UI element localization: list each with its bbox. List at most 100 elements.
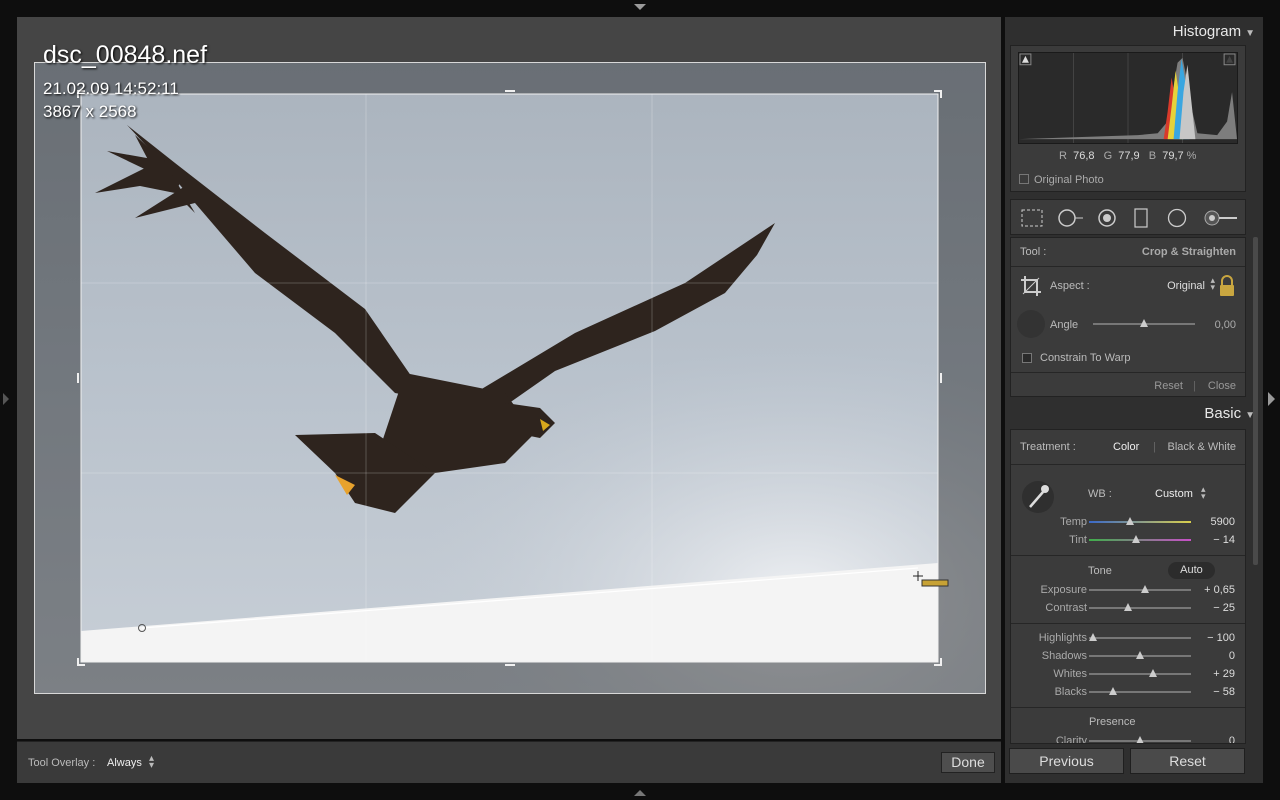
- tone-label: Tone: [1088, 565, 1112, 577]
- temp-label: Temp: [1060, 516, 1087, 528]
- whites-slider-thumb[interactable]: [1149, 669, 1158, 677]
- panel-scrollbar[interactable]: [1253, 237, 1258, 565]
- shadows-slider-row[interactable]: Shadows 0: [1011, 648, 1245, 664]
- original-photo-toggle[interactable]: Original Photo: [1019, 174, 1104, 186]
- b-value: 79,7: [1162, 150, 1184, 162]
- adjustment-brush-icon[interactable]: [1201, 208, 1239, 228]
- graduated-filter-icon[interactable]: [1131, 208, 1151, 228]
- auto-tone-button[interactable]: Auto: [1168, 562, 1215, 579]
- photo-canvas[interactable]: [34, 62, 986, 694]
- original-photo-checkbox[interactable]: [1019, 174, 1029, 184]
- crop-icon[interactable]: [1019, 274, 1043, 298]
- blacks-slider-row[interactable]: Blacks − 58: [1011, 684, 1245, 700]
- photo-dimensions: 3867 x 2568: [43, 102, 137, 121]
- aspect-select-arrows-icon[interactable]: ▴ ▾: [1210, 276, 1215, 292]
- marquee-icon[interactable]: [1020, 208, 1044, 228]
- clarity-value: 0: [1228, 735, 1235, 744]
- photo-datetime: 21.02.09 14:52:11: [43, 79, 179, 98]
- lock-icon[interactable]: [1218, 275, 1236, 297]
- basic-title: Basic: [1204, 405, 1242, 422]
- contrast-slider-thumb[interactable]: [1123, 603, 1132, 611]
- histogram-panel: R 76,8 G 77,9 B 79,7% Original Photo: [1010, 45, 1246, 192]
- b-label: B: [1148, 150, 1157, 162]
- highlights-value: − 100: [1207, 632, 1235, 644]
- wb-select[interactable]: Custom: [1155, 488, 1193, 500]
- spot-removal-icon[interactable]: [1057, 208, 1085, 228]
- top-panel-toggle-icon[interactable]: [634, 4, 646, 10]
- right-panel: Histogram ▼ R 76,8 G 77,9 B 79,7% Origina: [1005, 17, 1263, 783]
- clarity-slider-thumb[interactable]: [1136, 736, 1144, 743]
- highlights-slider-thumb[interactable]: [1089, 633, 1098, 641]
- aspect-select[interactable]: Original: [1167, 280, 1205, 292]
- treatment-label: Treatment :: [1020, 441, 1076, 453]
- clarity-slider-row[interactable]: Clarity 0: [1011, 733, 1245, 744]
- presence-label: Presence: [1089, 716, 1136, 728]
- shadows-value: 0: [1228, 650, 1235, 662]
- temp-slider-row[interactable]: Temp 5900: [1011, 514, 1245, 530]
- wb-select-arrows-icon[interactable]: ▴ ▾: [1201, 485, 1206, 501]
- shadows-label: Shadows: [1041, 650, 1087, 662]
- g-label: G: [1103, 150, 1113, 162]
- highlights-label: Highlights: [1038, 632, 1087, 644]
- tool-label: Tool :: [1020, 246, 1047, 258]
- treatment-bw-button[interactable]: Black & White: [1168, 441, 1236, 453]
- contrast-label: Contrast: [1045, 602, 1087, 614]
- bottom-toolbar: Tool Overlay : Always ▴ ▾ Done: [17, 741, 1001, 783]
- basic-header[interactable]: Basic ▼: [1204, 405, 1255, 422]
- angle-label: Angle: [1050, 319, 1079, 331]
- blacks-label: Blacks: [1054, 686, 1087, 698]
- left-panel-toggle-icon[interactable]: [3, 393, 9, 405]
- angle-value: 0,00: [1214, 319, 1236, 331]
- clarity-label: Clarity: [1055, 735, 1087, 744]
- eyedropper-icon[interactable]: [1021, 480, 1055, 514]
- tint-slider-thumb[interactable]: [1131, 535, 1140, 543]
- reset-button[interactable]: Reset: [1130, 748, 1245, 774]
- tint-value: − 14: [1213, 534, 1235, 546]
- whites-label: Whites: [1053, 668, 1087, 680]
- exposure-label: Exposure: [1040, 584, 1087, 596]
- tint-label: Tint: [1069, 534, 1087, 546]
- collapse-triangle-icon[interactable]: ▼: [1245, 28, 1255, 39]
- histogram-header[interactable]: Histogram ▼: [1173, 23, 1255, 40]
- previous-button[interactable]: Previous: [1009, 748, 1124, 774]
- crop-close-button[interactable]: Close: [1208, 380, 1236, 392]
- treatment-color-button[interactable]: Color: [1113, 441, 1139, 453]
- right-panel-toggle-icon[interactable]: [1268, 392, 1275, 406]
- select-arrows-icon[interactable]: ▴ ▾: [149, 754, 154, 771]
- image-workspace[interactable]: dsc_00848.nef 21.02.09 14:52:11 3867 x 2…: [17, 17, 1001, 739]
- blacks-value: − 58: [1213, 686, 1235, 698]
- tool-overlay-label: Tool Overlay :: [28, 757, 96, 769]
- constrain-warp-checkbox[interactable]: [1022, 353, 1032, 363]
- angle-slider[interactable]: [1093, 319, 1195, 327]
- eagle-photo: [35, 63, 985, 693]
- original-photo-label: Original Photo: [1034, 174, 1104, 186]
- straighten-tool-icon[interactable]: [1017, 310, 1045, 338]
- red-eye-icon[interactable]: [1095, 208, 1119, 228]
- tool-strip: [1010, 199, 1246, 235]
- radial-filter-icon[interactable]: [1165, 208, 1189, 228]
- crop-reset-button[interactable]: Reset: [1154, 380, 1183, 392]
- tint-slider-row[interactable]: Tint − 14: [1011, 532, 1245, 548]
- exposure-slider-row[interactable]: Exposure + 0,65: [1011, 582, 1245, 598]
- aspect-label: Aspect :: [1050, 280, 1090, 292]
- histogram-rgb-readout: R 76,8 G 77,9 B 79,7%: [1059, 150, 1196, 162]
- temp-slider-thumb[interactable]: [1125, 517, 1134, 525]
- exposure-slider-thumb[interactable]: [1141, 585, 1150, 593]
- histogram-graph: [1018, 52, 1238, 144]
- exposure-value: + 0,65: [1204, 584, 1235, 596]
- wb-label: WB :: [1088, 488, 1112, 500]
- tool-name: Crop & Straighten: [1141, 246, 1236, 258]
- r-label: R: [1059, 150, 1067, 162]
- shadows-slider-thumb[interactable]: [1136, 651, 1144, 659]
- done-button[interactable]: Done: [941, 752, 995, 773]
- contrast-value: − 25: [1213, 602, 1235, 614]
- highlights-slider-row[interactable]: Highlights − 100: [1011, 630, 1245, 646]
- whites-slider-row[interactable]: Whites + 29: [1011, 666, 1245, 682]
- crop-panel: Tool : Crop & Straighten Aspect : Origin…: [1010, 237, 1246, 397]
- contrast-slider-row[interactable]: Contrast − 25: [1011, 600, 1245, 616]
- tool-overlay-select[interactable]: Always: [107, 757, 142, 769]
- bottom-panel-toggle-icon[interactable]: [634, 790, 646, 796]
- blacks-slider-thumb[interactable]: [1109, 687, 1118, 695]
- whites-value: + 29: [1213, 668, 1235, 680]
- photo-filename: dsc_00848.nef: [43, 41, 208, 69]
